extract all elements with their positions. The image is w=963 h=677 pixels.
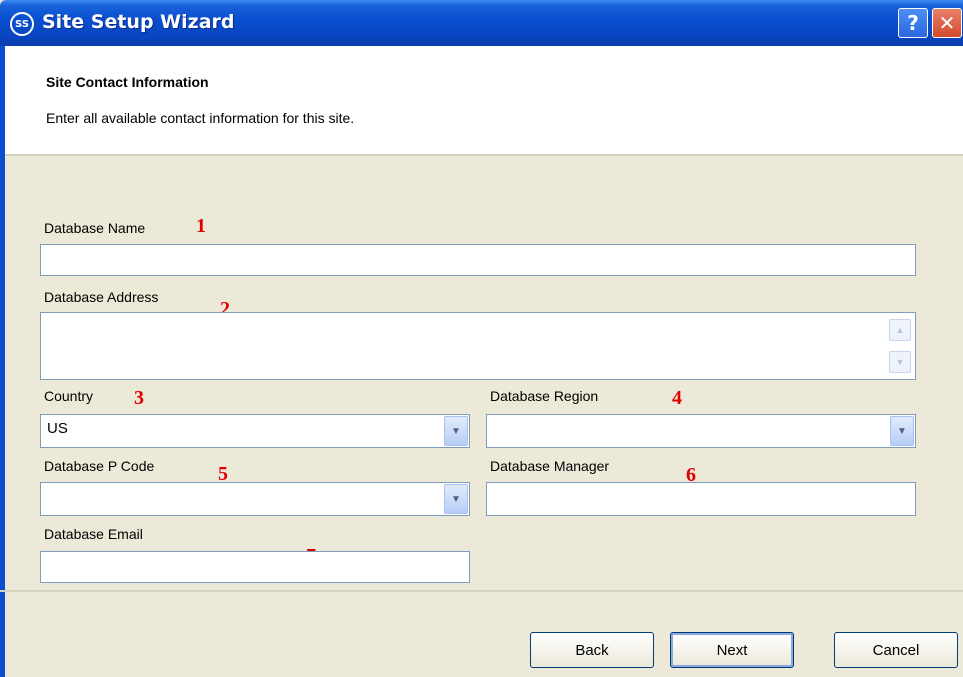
country-label: Country	[44, 388, 94, 404]
database-name-input[interactable]	[40, 244, 916, 276]
back-button[interactable]: Back	[530, 632, 654, 668]
database-email-input[interactable]	[40, 551, 470, 583]
footer-divider	[0, 590, 963, 592]
close-button[interactable]: ✕	[932, 8, 962, 38]
scroll-up-icon[interactable]: ▲	[889, 319, 911, 341]
marker-3: 3	[134, 387, 144, 409]
page-title: Site Contact Information	[46, 74, 209, 90]
country-select[interactable]: US ▼	[40, 414, 470, 448]
window-border	[0, 46, 5, 677]
country-value: US	[47, 420, 68, 437]
database-address-label: Database Address	[44, 289, 159, 305]
scroll-down-icon[interactable]: ▼	[889, 351, 911, 373]
chevron-down-icon[interactable]: ▼	[890, 416, 914, 446]
site-setup-wizard-window: SS Site Setup Wizard ? ✕ Site Contact In…	[0, 0, 963, 677]
page-subtitle: Enter all available contact information …	[46, 110, 355, 126]
window-title: Site Setup Wizard	[42, 11, 235, 33]
cancel-button[interactable]: Cancel	[834, 632, 958, 668]
help-button[interactable]: ?	[898, 8, 928, 38]
wizard-header	[0, 46, 963, 156]
database-email-label: Database Email	[44, 526, 143, 542]
marker-1: 1	[196, 215, 206, 237]
next-button[interactable]: Next	[670, 632, 794, 668]
chevron-down-icon[interactable]: ▼	[444, 484, 468, 514]
marker-4: 4	[672, 387, 682, 409]
database-manager-label: Database Manager	[490, 458, 610, 474]
database-p-code-select[interactable]: ▼	[40, 482, 470, 516]
database-p-code-label: Database P Code	[44, 458, 155, 474]
title-bar[interactable]: SS Site Setup Wizard ? ✕	[0, 0, 963, 46]
database-region-select[interactable]: ▼	[486, 414, 916, 448]
chevron-down-icon[interactable]: ▼	[444, 416, 468, 446]
app-logo-icon: SS	[10, 12, 34, 36]
database-name-label: Database Name	[44, 220, 146, 236]
database-address-textarea[interactable]: ▲ ▼	[40, 312, 916, 380]
database-manager-input[interactable]	[486, 482, 916, 516]
database-region-label: Database Region	[490, 388, 599, 404]
